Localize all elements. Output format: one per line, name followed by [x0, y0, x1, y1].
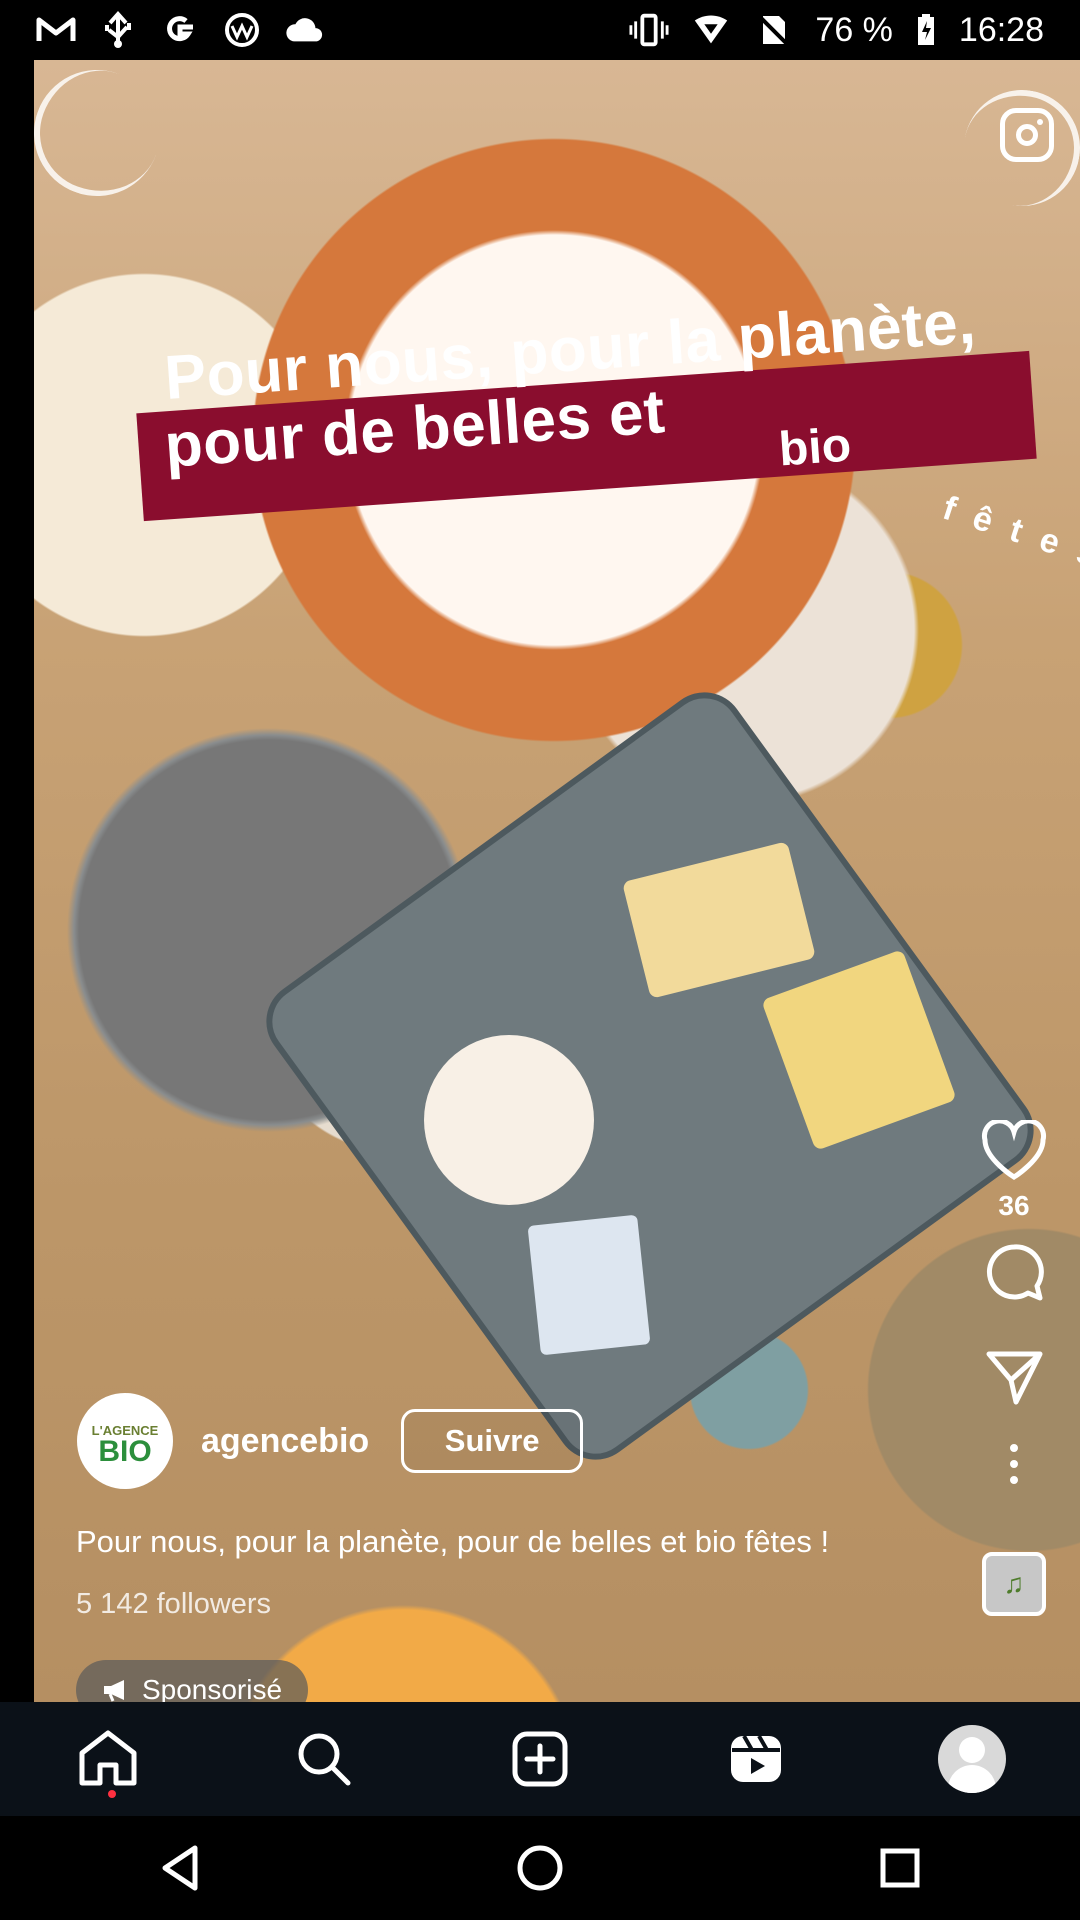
cheese-piece: [424, 1035, 594, 1205]
sponsored-label: Sponsorisé: [141, 1674, 283, 1702]
signal-icon: [691, 13, 731, 47]
comment-icon: [986, 1244, 1044, 1301]
music-note-icon: ♫: [1003, 1568, 1025, 1599]
snowflake-decoration: [34, 60, 178, 214]
follow-button[interactable]: Suivre: [401, 1409, 584, 1473]
app-icon: [222, 13, 262, 47]
system-navigation: [0, 1816, 1080, 1920]
cloud-icon: [284, 13, 324, 47]
create-icon: [512, 1731, 568, 1787]
battery-icon: [915, 13, 937, 47]
nav-search[interactable]: [283, 1718, 365, 1800]
nav-reels[interactable]: [715, 1718, 797, 1800]
no-sim-icon: [753, 13, 793, 47]
home-system-button[interactable]: [500, 1828, 580, 1908]
reels-icon: [731, 1735, 781, 1782]
nav-create[interactable]: [499, 1718, 581, 1800]
status-left-icons: [36, 11, 324, 48]
back-button[interactable]: [140, 1828, 220, 1908]
reel-actions: 36 ♫: [974, 1120, 1054, 1616]
followers-count: 5 142 followers: [76, 1588, 272, 1620]
cheese-piece: [527, 1214, 651, 1356]
clock: 16:28: [958, 10, 1044, 49]
profile-avatar: [938, 1725, 1006, 1793]
avatar-large-label: BIO: [98, 1435, 152, 1468]
account-avatar[interactable]: L'AGENCE BIO: [77, 1393, 173, 1489]
back-triangle-icon: [162, 1845, 198, 1891]
comment-button[interactable]: [974, 1222, 1054, 1324]
like-count: 36: [998, 1190, 1030, 1221]
megaphone-icon: [103, 1680, 124, 1702]
headline-bio: bio: [777, 418, 853, 477]
home-circle-icon: [517, 1845, 563, 1891]
notification-dot: [108, 1790, 116, 1798]
recent-apps-button[interactable]: [860, 1828, 940, 1908]
reel-video[interactable]: Pour nous, pour la planète, pour de bell…: [34, 60, 1080, 1702]
bottom-navigation: [0, 1702, 1080, 1816]
vibrate-icon: [629, 13, 669, 47]
home-icon: [79, 1730, 137, 1786]
heart-icon: [981, 1120, 1047, 1180]
more-options-button[interactable]: [974, 1432, 1054, 1496]
gmail-icon: [36, 13, 76, 47]
account-username[interactable]: agencebio: [201, 1422, 369, 1461]
camera-icon[interactable]: [1000, 108, 1054, 162]
status-bar: 76 % 16:28: [0, 0, 1080, 60]
like-button[interactable]: [974, 1120, 1054, 1182]
nav-home[interactable]: [67, 1718, 149, 1800]
battery-percent: 76 %: [815, 10, 893, 49]
headline-overlay: Pour nous, pour la planète, pour de bell…: [136, 287, 1080, 581]
reel-caption[interactable]: Pour nous, pour la planète, pour de bell…: [76, 1523, 986, 1560]
status-right-icons: 76 % 16:28: [629, 11, 1044, 50]
search-icon: [298, 1733, 351, 1786]
send-icon: [986, 1351, 1043, 1405]
account-row: L'AGENCE BIO agencebio Suivre: [77, 1393, 584, 1489]
more-vertical-icon: [1010, 1444, 1018, 1484]
headline-fetes: fêtes: [938, 488, 1080, 581]
audio-thumbnail[interactable]: ♫: [982, 1552, 1046, 1616]
nav-profile[interactable]: [931, 1718, 1013, 1800]
share-button[interactable]: [974, 1324, 1054, 1432]
google-icon: [160, 13, 200, 47]
usb-icon: [98, 11, 138, 48]
sponsored-badge[interactable]: Sponsorisé: [76, 1660, 308, 1702]
recent-apps-icon: [880, 1848, 920, 1888]
